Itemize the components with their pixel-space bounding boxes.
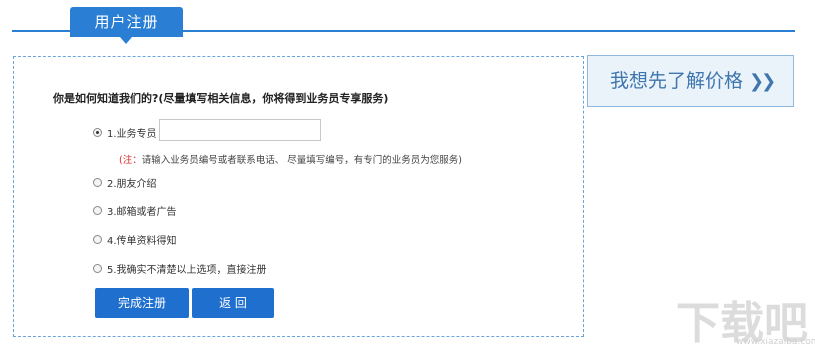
radio-sales-rep[interactable] <box>93 128 102 137</box>
learn-price-label: 我想先了解价格 <box>610 70 744 92</box>
watermark-url: www.xiazaiba.com <box>736 337 815 347</box>
page-title: 用户注册 <box>70 7 183 37</box>
option-friend[interactable]: 2.朋友介绍 <box>93 175 157 190</box>
note-prefix: (注： <box>119 155 142 166</box>
option-label: 1.业务专员 <box>107 129 157 140</box>
option-label: 4.传单资料得知 <box>107 236 177 247</box>
option-label: 5.我确实不清楚以上选项，直接注册 <box>107 265 267 276</box>
radio-flyer[interactable] <box>93 235 102 244</box>
note-text: 请输入业务员编号或者联系电话、 尽量填写编号，有专门的业务员为您服务) <box>141 155 462 166</box>
header-tab-pointer <box>120 37 132 44</box>
option-flyer[interactable]: 4.传单资料得知 <box>93 232 177 247</box>
option-sales-rep[interactable]: 1.业务专员 <box>93 125 157 140</box>
registration-form: 你是如何知道我们的?(尽量填写相关信息，你将得到业务员专享服务) 1.业务专员 … <box>13 56 584 337</box>
referral-question: 你是如何知道我们的?(尽量填写相关信息，你将得到业务员专享服务) <box>53 92 389 105</box>
watermark-logo: 下载吧 www.xiazaiba.com <box>676 287 815 349</box>
double-chevron-right-icon: ❯❯ <box>749 71 776 92</box>
radio-email-ad[interactable] <box>93 206 102 215</box>
learn-price-button[interactable]: 我想先了解价格 ❯❯ <box>587 55 794 107</box>
radio-direct[interactable] <box>93 264 102 273</box>
back-button[interactable]: 返 回 <box>192 288 274 318</box>
sales-rep-note: (注：请输入业务员编号或者联系电话、 尽量填写编号，有专门的业务员为您服务) <box>119 152 462 166</box>
complete-registration-button[interactable]: 完成注册 <box>95 288 189 318</box>
sales-rep-input[interactable] <box>159 119 321 141</box>
option-label: 2.朋友介绍 <box>107 179 157 190</box>
radio-friend[interactable] <box>93 178 102 187</box>
option-label: 3.邮箱或者广告 <box>107 207 177 218</box>
option-direct[interactable]: 5.我确实不清楚以上选项，直接注册 <box>93 261 267 276</box>
option-email-ad[interactable]: 3.邮箱或者广告 <box>93 203 177 218</box>
